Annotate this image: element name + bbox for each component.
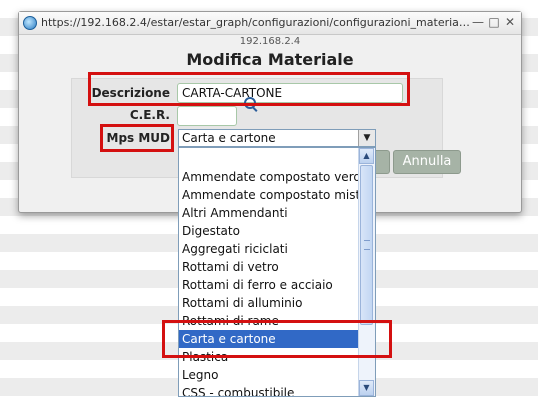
mps-mud-selected-value: Carta e cartone [182, 131, 276, 145]
mps-mud-label: Mps MUD [106, 131, 171, 145]
dropdown-scrollbar[interactable]: ▲ ▼ [358, 148, 375, 396]
minimize-icon[interactable]: — [471, 14, 485, 30]
window-titlebar: https://192.168.2.4/estar/estar_graph/co… [19, 12, 521, 35]
annulla-button[interactable]: Annulla [393, 150, 461, 174]
dropdown-option[interactable]: Rottami di ferro e acciaio [179, 276, 359, 294]
descrizione-label: Descrizione [91, 86, 170, 100]
save-button[interactable] [376, 150, 390, 174]
dropdown-option[interactable]: CSS - combustibile [179, 384, 359, 396]
dropdown-option-selected[interactable]: Carta e cartone [179, 330, 359, 348]
search-icon[interactable] [244, 97, 256, 109]
dropdown-option[interactable]: Ammendate compostato verde [179, 168, 368, 186]
dropdown-option[interactable]: Rottami di vetro [179, 258, 359, 276]
host-label: 192.168.2.4 [239, 36, 301, 47]
cer-input[interactable] [177, 106, 237, 126]
dropdown-option[interactable]: Ammendate compostato misto [179, 186, 368, 204]
scroll-up-icon[interactable]: ▲ [359, 148, 374, 164]
dropdown-option[interactable]: Rottami di rame [179, 312, 359, 330]
dropdown-option[interactable]: Plastica [179, 348, 359, 366]
browser-icon [23, 16, 37, 30]
page-title: Modifica Materiale [186, 50, 354, 69]
scroll-down-icon[interactable]: ▼ [359, 380, 374, 396]
window-url: https://192.168.2.4/estar/estar_graph/co… [41, 16, 471, 29]
dropdown-option[interactable]: Legno [179, 366, 359, 384]
chevron-down-icon[interactable]: ▼ [358, 130, 375, 146]
dropdown-option[interactable] [179, 150, 359, 168]
mps-mud-dropdown-list[interactable]: Ammendate compostato verde Ammendate com… [178, 147, 376, 397]
dropdown-option[interactable]: Rottami di alluminio [179, 294, 359, 312]
scrollbar-thumb[interactable] [360, 165, 373, 325]
descrizione-input[interactable]: CARTA-CARTONE [177, 83, 403, 103]
page-background: { "window": { "url": "https://192.168.2.… [0, 0, 538, 411]
dropdown-option[interactable]: Digestato [179, 222, 359, 240]
dropdown-option[interactable]: Aggregati riciclati [179, 240, 359, 258]
grip-icon [364, 240, 370, 250]
dropdown-option[interactable]: Altri Ammendanti [179, 204, 359, 222]
mps-mud-select[interactable]: Carta e cartone ▼ [178, 129, 376, 147]
cer-label: C.E.R. [129, 108, 170, 122]
maximize-icon[interactable]: □ [487, 14, 501, 30]
close-icon[interactable]: ✕ [503, 14, 517, 30]
